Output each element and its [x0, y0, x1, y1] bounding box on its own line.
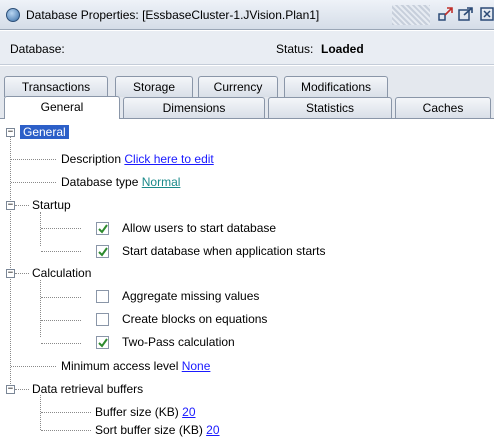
tree-line: [10, 134, 11, 390]
start-with-app-checkbox[interactable]: [96, 245, 109, 258]
database-type-label: Database type: [61, 175, 139, 189]
tree-line: [40, 212, 41, 246]
sort-buffer-size-link[interactable]: 20: [206, 423, 219, 437]
info-bar: Database: Status: Loaded: [0, 31, 494, 65]
undock-icon[interactable]: [438, 6, 454, 22]
startup-label[interactable]: Startup: [32, 195, 71, 215]
tab-statistics[interactable]: Statistics: [268, 97, 392, 118]
tab-modifications[interactable]: Modifications: [284, 76, 388, 97]
two-pass-label: Two-Pass calculation: [122, 335, 235, 349]
tab-dimensions[interactable]: Dimensions: [123, 97, 265, 118]
tree-root-general[interactable]: General: [20, 125, 69, 139]
collapse-icon[interactable]: −: [6, 128, 15, 137]
collapse-icon[interactable]: −: [6, 385, 15, 394]
min-access-link[interactable]: None: [182, 359, 211, 373]
database-icon: [6, 8, 20, 22]
allow-users-label: Allow users to start database: [122, 221, 277, 235]
database-label: Database:: [10, 42, 65, 56]
buffer-size-label: Buffer size (KB): [95, 405, 179, 419]
aggregate-missing-checkbox[interactable]: [96, 290, 109, 303]
tab-storage[interactable]: Storage: [115, 76, 193, 97]
status-label: Status:: [276, 42, 314, 56]
start-with-app-label: Start database when application starts: [122, 244, 326, 258]
maximize-icon[interactable]: [458, 6, 474, 22]
tab-transactions[interactable]: Transactions: [4, 76, 108, 97]
min-access-label: Minimum access level: [61, 359, 179, 373]
tree-line: [40, 280, 41, 337]
collapse-icon[interactable]: −: [6, 269, 15, 278]
calculation-label[interactable]: Calculation: [32, 263, 91, 283]
data-retrieval-label[interactable]: Data retrieval buffers: [32, 379, 143, 399]
description-row: Description Click here to edit: [61, 149, 214, 169]
description-label: Description: [61, 152, 122, 166]
aggregate-missing-label: Aggregate missing values: [122, 289, 260, 303]
tab-currency[interactable]: Currency: [198, 76, 278, 97]
sort-buffer-size-row: Sort buffer size (KB) 20: [95, 420, 220, 440]
database-type-link[interactable]: Normal: [142, 175, 181, 189]
allow-users-checkbox[interactable]: [96, 222, 109, 235]
close-icon[interactable]: [480, 6, 494, 22]
database-type-row: Database type Normal: [61, 172, 180, 192]
description-edit-link[interactable]: Click here to edit: [124, 152, 213, 166]
min-access-row: Minimum access level None: [61, 356, 210, 376]
title-grip[interactable]: [392, 5, 430, 25]
buffer-size-row: Buffer size (KB) 20: [95, 402, 196, 422]
create-blocks-label: Create blocks on equations: [122, 312, 268, 326]
tab-caches[interactable]: Caches: [395, 97, 491, 118]
sort-buffer-size-label: Sort buffer size (KB): [95, 423, 203, 437]
tab-general[interactable]: General: [4, 96, 120, 119]
title-bar: Database Properties: [EssbaseCluster-1.J…: [0, 0, 494, 30]
window-title: Database Properties: [EssbaseCluster-1.J…: [26, 8, 320, 22]
collapse-icon[interactable]: −: [6, 201, 15, 210]
buffer-size-link[interactable]: 20: [182, 405, 195, 419]
tab-strip: Transactions Storage Currency Modificati…: [0, 66, 494, 119]
create-blocks-checkbox[interactable]: [96, 313, 109, 326]
status-value: Loaded: [321, 42, 364, 56]
two-pass-checkbox[interactable]: [96, 336, 109, 349]
properties-tree: − General Description Click here to edit…: [0, 120, 494, 444]
